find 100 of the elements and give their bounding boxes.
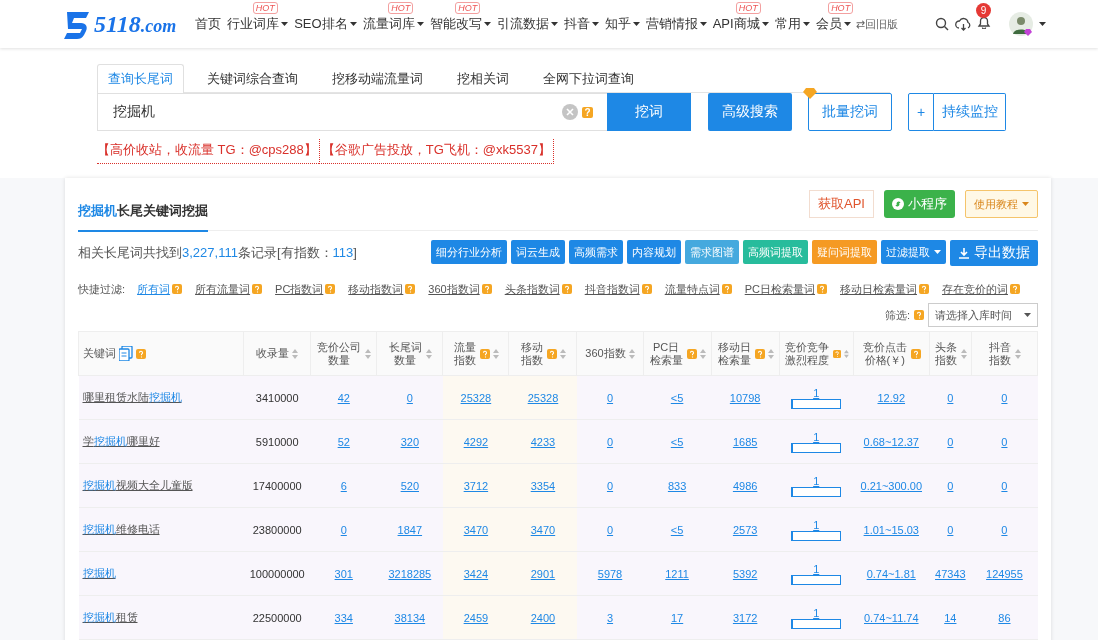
nav-item[interactable]: 首页 bbox=[192, 15, 225, 33]
metric-link[interactable]: 2901 bbox=[530, 567, 556, 580]
quick-filter-link[interactable]: PC日检索量词 bbox=[744, 281, 827, 297]
metric-link[interactable]: <5 bbox=[670, 523, 684, 536]
add-monitor-button[interactable]: + bbox=[908, 93, 934, 131]
keyword-link[interactable]: 挖掘机视频大全儿童版 bbox=[82, 479, 193, 491]
nav-item[interactable]: 行业词库 bbox=[224, 15, 292, 33]
metric-link[interactable]: 52 bbox=[337, 435, 350, 448]
metric-link[interactable]: 0 bbox=[1001, 391, 1008, 404]
metric-link[interactable]: 4292 bbox=[463, 435, 489, 448]
search-tab[interactable]: 挖相关词 bbox=[446, 64, 520, 92]
quick-filter-link[interactable]: 头条指数词 bbox=[504, 281, 572, 297]
metric-link[interactable]: 14 bbox=[944, 611, 957, 624]
metric-link[interactable]: 0 bbox=[947, 523, 954, 536]
monitor-button[interactable]: 持续监控 bbox=[934, 93, 1006, 131]
tool-button[interactable]: 高频需求 bbox=[569, 240, 623, 264]
metric-link[interactable]: 3218285 bbox=[388, 567, 432, 580]
metric-link[interactable]: 1211 bbox=[665, 567, 689, 580]
metric-link[interactable]: 0 bbox=[406, 391, 413, 404]
metric-link[interactable]: 3470 bbox=[530, 523, 556, 536]
mini-program-button[interactable]: 小程序 bbox=[884, 190, 955, 218]
metric-link[interactable]: 3712 bbox=[463, 479, 489, 492]
metric-link[interactable]: 4986 bbox=[732, 479, 758, 492]
help-icon[interactable]: ? bbox=[582, 106, 593, 118]
ad-notice[interactable]: 【谷歌广告投放，TG飞机：@xk5537】 bbox=[318, 139, 554, 164]
competition-link[interactable]: 1 bbox=[813, 562, 820, 575]
column-header[interactable]: PC日检索量 bbox=[643, 331, 712, 376]
metric-link[interactable]: 4233 bbox=[530, 435, 556, 448]
ad-notice[interactable]: 【高价收站，收流量 TG：@cps288】 bbox=[97, 139, 319, 164]
metric-link[interactable]: 0 bbox=[606, 435, 614, 448]
metric-link[interactable]: 2400 bbox=[530, 611, 556, 624]
metric-link[interactable]: 3354 bbox=[530, 479, 556, 492]
metric-link[interactable]: 42 bbox=[337, 391, 350, 404]
metric-link[interactable]: <5 bbox=[670, 391, 684, 404]
competition-link[interactable]: 1 bbox=[813, 606, 820, 619]
keyword-link[interactable]: 学挖掘机哪里好 bbox=[82, 435, 160, 447]
tool-button[interactable]: 内容规划 bbox=[627, 240, 681, 264]
price-link[interactable]: 12.92 bbox=[877, 391, 906, 404]
quick-filter-link[interactable]: 所有词 bbox=[137, 281, 183, 297]
old-version-link[interactable]: ⇄回旧版 bbox=[855, 16, 898, 32]
metric-link[interactable]: 3 bbox=[606, 611, 614, 624]
nav-item[interactable]: 会员 bbox=[812, 15, 854, 33]
search-tab[interactable]: 全网下拉词查询 bbox=[532, 64, 645, 92]
tool-button[interactable]: 高频词提取 bbox=[743, 240, 808, 264]
metric-link[interactable]: 833 bbox=[667, 479, 687, 492]
tool-button[interactable]: 词云生成 bbox=[511, 240, 565, 264]
metric-link[interactable]: 25328 bbox=[527, 391, 559, 404]
nav-item[interactable]: 常用 bbox=[771, 15, 813, 33]
competition-link[interactable]: 1 bbox=[813, 386, 820, 399]
tool-button[interactable]: 细分行业分析 bbox=[431, 240, 507, 264]
metric-link[interactable]: 0 bbox=[606, 523, 614, 536]
metric-link[interactable]: 0 bbox=[947, 391, 954, 404]
nav-item[interactable]: 智能改写 bbox=[426, 15, 494, 33]
quick-filter-link[interactable]: 所有流量词 bbox=[195, 281, 263, 297]
keyword-link[interactable]: 挖掘机 bbox=[82, 567, 116, 579]
metric-link[interactable]: 38134 bbox=[394, 611, 426, 624]
search-tab[interactable]: 关键词综合查询 bbox=[196, 64, 309, 92]
search-tab[interactable]: 挖移动端流量词 bbox=[321, 64, 434, 92]
metric-link[interactable]: 5392 bbox=[732, 567, 758, 580]
quick-filter-link[interactable]: 抖音指数词 bbox=[584, 281, 652, 297]
competition-link[interactable]: 1 bbox=[813, 430, 820, 443]
metric-link[interactable]: 0 bbox=[606, 479, 614, 492]
metric-link[interactable]: 3424 bbox=[463, 567, 489, 580]
column-header[interactable]: 流量指数 bbox=[442, 331, 509, 376]
metric-link[interactable]: 0 bbox=[1001, 435, 1008, 448]
tutorial-button[interactable]: 使用教程 bbox=[965, 190, 1038, 218]
quick-filter-link[interactable]: 存在竞价的词 bbox=[942, 281, 1020, 297]
column-header[interactable]: 360指数 bbox=[577, 331, 644, 376]
metric-link[interactable]: 0 bbox=[340, 523, 347, 536]
advanced-search-button[interactable]: 高级搜索 bbox=[708, 93, 792, 131]
nav-item[interactable]: 营销情报 bbox=[642, 15, 710, 33]
metric-link[interactable]: 520 bbox=[400, 479, 419, 492]
metric-link[interactable]: 10798 bbox=[729, 391, 761, 404]
nav-item[interactable]: API商城 bbox=[709, 15, 772, 33]
metric-link[interactable]: 17 bbox=[670, 611, 684, 624]
tool-button[interactable]: 过滤提取 bbox=[881, 240, 946, 264]
metric-link[interactable]: 0 bbox=[947, 479, 954, 492]
nav-item[interactable]: SEO排名 bbox=[291, 15, 360, 33]
price-link[interactable]: 0.74~1.81 bbox=[866, 567, 916, 580]
tool-button[interactable]: 导出数据 bbox=[950, 240, 1038, 266]
metric-link[interactable]: 1685 bbox=[732, 435, 758, 448]
search-button[interactable]: 挖词 bbox=[607, 93, 691, 131]
tool-button[interactable]: 疑问词提取 bbox=[812, 240, 877, 264]
metric-link[interactable]: 2459 bbox=[463, 611, 489, 624]
metric-link[interactable]: 3470 bbox=[463, 523, 489, 536]
nav-item[interactable]: 知乎 bbox=[601, 15, 643, 33]
api-button[interactable]: 获取API bbox=[809, 190, 874, 218]
metric-link[interactable]: 86 bbox=[998, 611, 1011, 624]
column-header[interactable]: 长尾词数量 bbox=[376, 331, 443, 376]
column-header[interactable]: 收录量 bbox=[243, 331, 311, 376]
search-tab[interactable]: 查询长尾词 bbox=[97, 64, 184, 93]
metric-link[interactable]: 0 bbox=[606, 391, 614, 404]
nav-item[interactable]: 流量词库 bbox=[359, 15, 427, 33]
keyword-link[interactable]: 挖掘机维修电话 bbox=[82, 523, 160, 535]
metric-link[interactable]: <5 bbox=[670, 435, 684, 448]
metric-link[interactable]: 320 bbox=[400, 435, 419, 448]
column-header[interactable]: 竞价公司数量 bbox=[310, 331, 377, 376]
nav-item[interactable]: 引流数据 bbox=[493, 15, 561, 33]
metric-link[interactable]: 25328 bbox=[460, 391, 492, 404]
metric-link[interactable]: 301 bbox=[334, 567, 353, 580]
